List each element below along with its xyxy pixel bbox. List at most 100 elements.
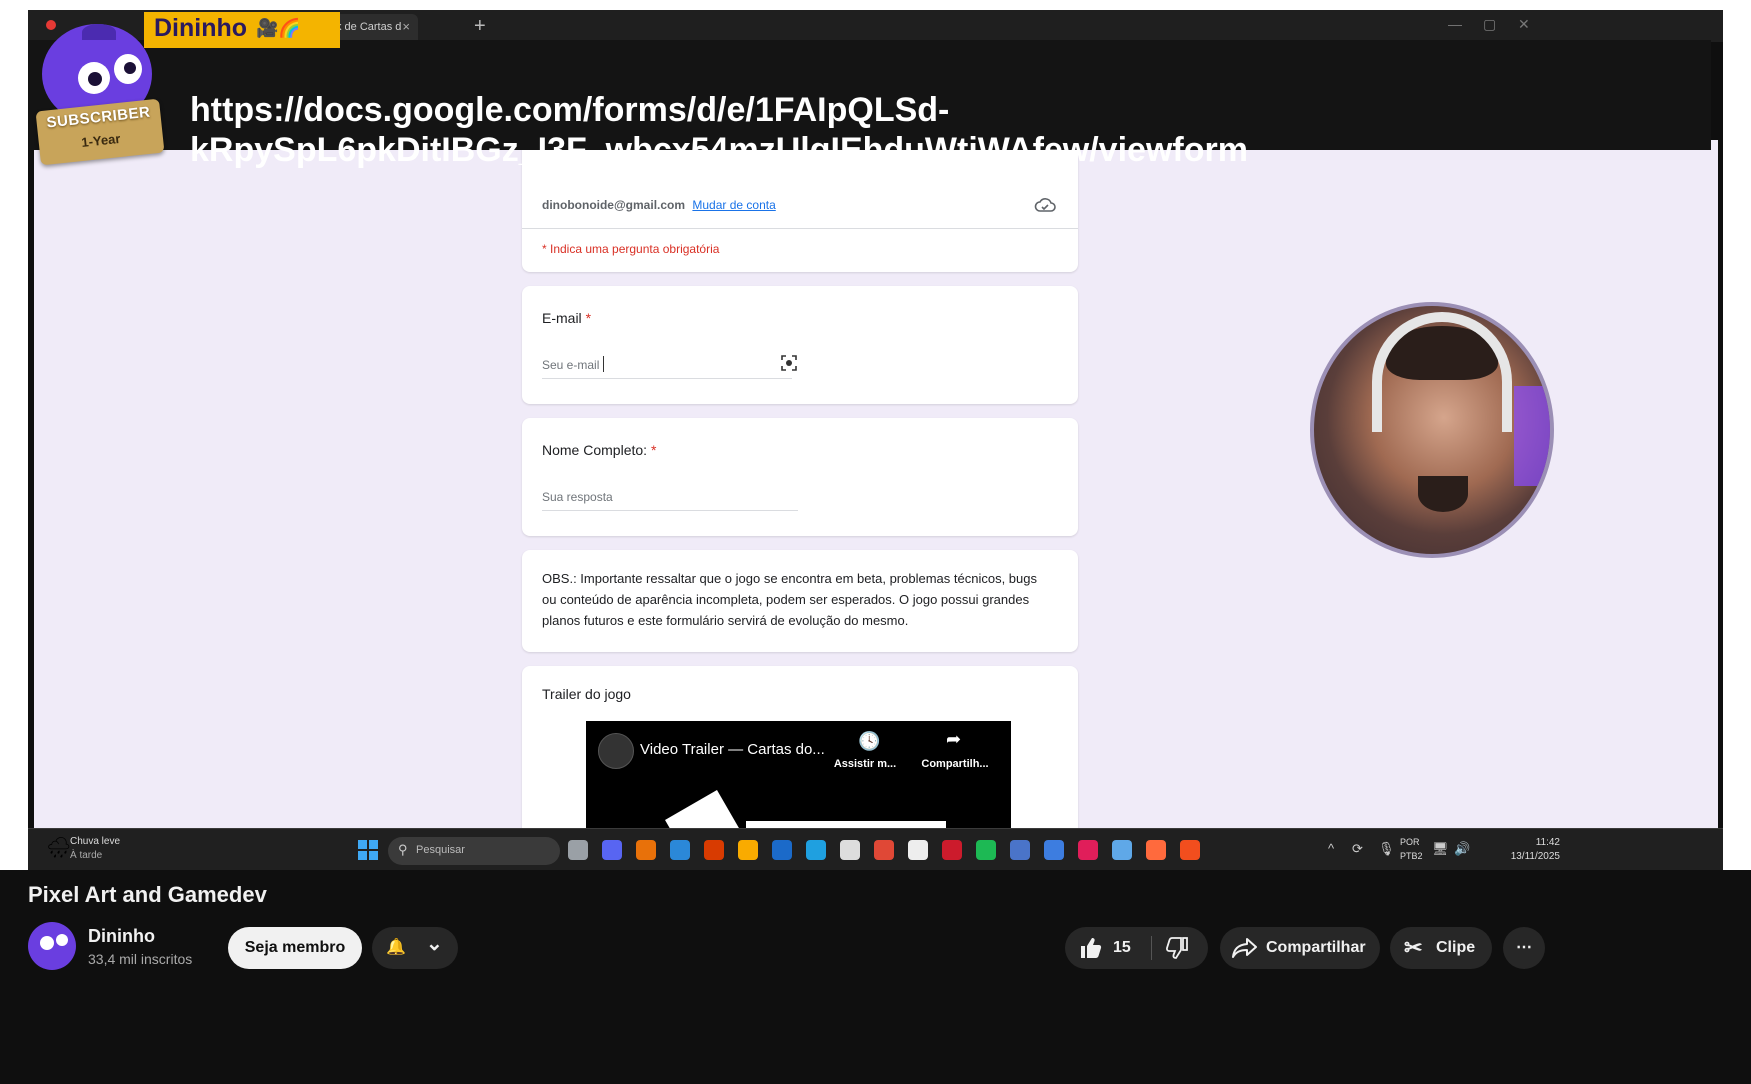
- chrome-icon[interactable]: [874, 840, 894, 860]
- required-asterisk: *: [585, 310, 592, 326]
- chevron-up-icon[interactable]: ^: [1328, 841, 1334, 856]
- share-button[interactable]: Compartilhar: [1220, 927, 1380, 969]
- search-placeholder: Pesquisar: [416, 844, 465, 856]
- badge-channel-name: Dininho: [154, 14, 248, 42]
- browser-favicon-icon: [46, 20, 56, 30]
- cloud-saved-icon: [1034, 198, 1056, 212]
- minimize-icon[interactable]: —: [1448, 16, 1462, 32]
- taskbar-search[interactable]: ⚲ Pesquisar: [388, 837, 560, 865]
- aseprite-icon[interactable]: [1146, 840, 1166, 860]
- new-tab-button[interactable]: +: [474, 14, 486, 38]
- trailer-share-label[interactable]: Compartilh...: [918, 758, 992, 770]
- search-icon: ⚲: [398, 842, 408, 857]
- keyboard-layout[interactable]: PTB2: [1400, 851, 1423, 861]
- windows-start-icon[interactable]: [358, 840, 378, 860]
- background-light: [1514, 386, 1550, 486]
- language-code[interactable]: POR: [1400, 837, 1420, 847]
- share-label: Compartilhar: [1266, 939, 1366, 956]
- steam-icon[interactable]: [772, 840, 792, 860]
- like-dislike-group: 15: [1065, 927, 1208, 969]
- required-asterisk: *: [650, 442, 657, 458]
- form-url-line-2: kRpySpL6pkDitIBGz_I3F_wbcx54mzUlgIEhduWt…: [190, 131, 1248, 169]
- weather-condition[interactable]: Chuva leve: [70, 836, 120, 847]
- watch-later-label[interactable]: Assistir m...: [830, 758, 900, 770]
- description-card: OBS.: Importante ressaltar que o jogo se…: [522, 550, 1078, 652]
- badge-camera-icon: 🎥🌈: [256, 18, 301, 38]
- office-icon[interactable]: [704, 840, 724, 860]
- taskbar-apps: [568, 829, 1218, 875]
- weather-rain-icon[interactable]: 🌧: [46, 835, 71, 860]
- question-label-name: Nome Completo:: [542, 442, 648, 458]
- url-overlay-banner: https://docs.google.com/forms/d/e/1FAIpQ…: [28, 40, 1711, 169]
- close-tab-icon[interactable]: ×: [402, 14, 410, 40]
- mail-icon[interactable]: [1010, 840, 1030, 860]
- channel-name-badge: Dininho 🎥🌈: [144, 12, 340, 48]
- discord-icon[interactable]: [602, 840, 622, 860]
- chevron-down-icon: ⌄: [426, 933, 443, 955]
- webcam-overlay: [1310, 302, 1554, 558]
- video-player[interactable]: edback de Cartas d × + — ▢ ✕ dinobonoide…: [28, 10, 1723, 973]
- trailer-channel-avatar[interactable]: [598, 733, 634, 769]
- edge-icon[interactable]: [806, 840, 826, 860]
- windows-taskbar: 🌧 Chuva leve À tarde ⚲ Pesquisar ^ ⟳ 🎙 P…: [28, 828, 1723, 875]
- form-url-text: https://docs.google.com/forms/d/e/1FAIpQ…: [190, 90, 1490, 170]
- form-url-line-1: https://docs.google.com/forms/d/e/1FAIpQ…: [190, 91, 950, 129]
- streamdeck-icon[interactable]: [908, 840, 928, 860]
- scissors-icon: ✂: [1404, 935, 1423, 960]
- bell-icon: 🔔: [386, 939, 406, 956]
- streamer-beard: [1418, 476, 1468, 512]
- share-arrow-icon[interactable]: ➦: [946, 729, 961, 750]
- switch-account-link[interactable]: Mudar de conta: [692, 198, 775, 212]
- headphones-icon: [1372, 312, 1512, 432]
- close-window-icon[interactable]: ✕: [1518, 16, 1530, 33]
- question-label-email: E-mail: [542, 310, 582, 326]
- blender-icon[interactable]: [1044, 840, 1064, 860]
- email-input[interactable]: Seu e-mail: [542, 358, 599, 372]
- account-email: dinobonoide@gmail.com: [542, 198, 686, 212]
- figma-icon[interactable]: [1180, 840, 1200, 860]
- volume-icon[interactable]: 🔊: [1454, 841, 1470, 857]
- trailer-video-title[interactable]: Video Trailer — Cartas do...: [640, 741, 825, 758]
- channel-name[interactable]: Dininho: [88, 926, 155, 947]
- join-button[interactable]: Seja membro: [228, 927, 362, 969]
- form-page-background: dinobonoide@gmail.com Mudar de conta * I…: [34, 140, 1718, 940]
- more-actions-button[interactable]: ⋯: [1503, 927, 1545, 969]
- trailer-embed[interactable]: Video Trailer — Cartas do... 🕓 Assistir …: [586, 721, 1011, 841]
- autofill-scan-icon[interactable]: [780, 354, 798, 372]
- question-card-email: E-mail * Seu e-mail: [522, 286, 1078, 404]
- text-cursor-icon: [603, 356, 604, 372]
- photos-icon[interactable]: [1112, 840, 1132, 860]
- like-count[interactable]: 15: [1113, 927, 1131, 969]
- dislike-icon[interactable]: [1165, 937, 1189, 959]
- clock-date[interactable]: 13/11/2025: [1480, 851, 1560, 862]
- microphone-icon[interactable]: 🎙: [1378, 841, 1395, 857]
- file-explorer-icon[interactable]: [568, 840, 588, 860]
- obs-icon[interactable]: [840, 840, 860, 860]
- video-title: Pixel Art and Gamedev: [28, 882, 267, 907]
- restore-icon[interactable]: ▢: [1483, 16, 1496, 33]
- like-icon[interactable]: [1079, 937, 1103, 959]
- spotify-icon[interactable]: [976, 840, 996, 860]
- question-card-name: Nome Completo: * Sua resposta: [522, 418, 1078, 536]
- subscriber-badge-duration: 1-Year: [80, 130, 122, 150]
- weather-time[interactable]: À tarde: [70, 850, 102, 861]
- clock-time[interactable]: 11:42: [1500, 837, 1560, 848]
- folder-icon[interactable]: [738, 840, 758, 860]
- share-icon: [1232, 938, 1257, 958]
- store-icon[interactable]: [670, 840, 690, 860]
- name-input[interactable]: Sua resposta: [542, 490, 613, 504]
- obs-text: OBS.: Importante ressaltar que o jogo se…: [542, 571, 1037, 628]
- channel-avatar[interactable]: [28, 922, 76, 970]
- required-note: * Indica uma pergunta obrigatória: [542, 242, 720, 256]
- trailer-label: Trailer do jogo: [542, 686, 631, 702]
- copilot-icon[interactable]: [636, 840, 656, 860]
- sync-icon[interactable]: ⟳: [1352, 841, 1363, 857]
- slack-icon[interactable]: [1078, 840, 1098, 860]
- notification-bell-button[interactable]: 🔔 ⌄: [372, 927, 458, 969]
- network-icon[interactable]: 🖥: [1432, 841, 1449, 857]
- subscriber-count: 33,4 mil inscritos: [88, 951, 193, 967]
- clip-label: Clipe: [1436, 939, 1476, 956]
- clip-button[interactable]: ✂ Clipe: [1390, 927, 1492, 969]
- clock-icon[interactable]: 🕓: [858, 731, 880, 752]
- opera-icon[interactable]: [942, 840, 962, 860]
